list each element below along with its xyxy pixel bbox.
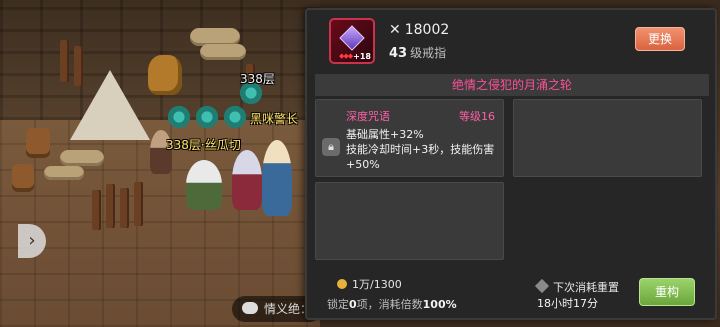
- player-name-tag: 338层: [240, 72, 275, 86]
- fence-post: [74, 46, 83, 86]
- gem-icon: [339, 25, 365, 51]
- affix-slot[interactable]: 深度咒语 等级16 🔒︎ 基础属性+32% 技能冷却时间+3秒，技能伤害+50%: [315, 99, 504, 177]
- affix-effects: 基础属性+32% 技能冷却时间+3秒，技能伤害+50%: [346, 127, 502, 172]
- rarity-dots-icon: ◆◆◆: [339, 52, 353, 60]
- item-power-value: 18002: [404, 22, 450, 38]
- reforge-cost-value: 1万/1300: [352, 278, 402, 291]
- affix-slot-empty[interactable]: [513, 99, 702, 177]
- teal-plant: [222, 104, 248, 130]
- clay-pot: [148, 55, 182, 95]
- item-title: 绝情之侵犯的月涌之轮: [315, 74, 709, 96]
- reset-countdown: 18小时17分: [537, 297, 598, 310]
- item-reforge-panel: ◆◆◆ +18 ✕ 18002 43 级戒指 更换 绝情之侵犯的月涌之轮 深度咒语 …: [305, 8, 717, 320]
- fence-post: [120, 188, 129, 228]
- chevron-right-icon: ›: [28, 230, 36, 251]
- enhance-level: +18: [353, 52, 371, 61]
- lock-text-mid: 项，消耗倍数: [356, 298, 423, 311]
- reset-label: 下次消耗重置: [534, 278, 619, 295]
- affix-slot-empty[interactable]: [315, 182, 504, 260]
- rebuild-button[interactable]: 重构: [639, 278, 695, 306]
- fence-post: [106, 184, 115, 228]
- lock-count: 0: [349, 298, 357, 311]
- affix-effect-line: 基础属性+32%: [346, 128, 424, 141]
- reforge-cost: 1万/1300: [337, 276, 402, 292]
- item-level: 43 级戒指: [389, 44, 446, 61]
- lock-summary: 锁定0项，消耗倍数100%: [327, 296, 457, 312]
- player-character[interactable]: [232, 150, 262, 210]
- player-name-tag: 黑咪警长: [250, 112, 299, 126]
- sandbag: [44, 166, 84, 180]
- player-name-tag: 338层·丝瓜切: [166, 138, 241, 152]
- sandbag: [200, 44, 246, 60]
- player-character[interactable]: [186, 160, 222, 210]
- fence-post: [134, 182, 143, 226]
- fence-post: [60, 40, 69, 82]
- barrel: [26, 128, 50, 158]
- fence-post: [92, 190, 101, 230]
- chat-bubble-icon: [242, 302, 258, 314]
- hourglass-icon: [534, 278, 550, 294]
- barrel: [12, 164, 34, 192]
- item-header: ◆◆◆ +18 ✕ 18002 43 级戒指 更换: [315, 14, 709, 72]
- teal-plant: [166, 104, 192, 130]
- coin-icon: [337, 279, 347, 289]
- affix-effect-line: 技能冷却时间+3秒，技能伤害+50%: [346, 143, 495, 171]
- lock-multiplier: 100%: [422, 298, 457, 311]
- ring-item-icon[interactable]: ◆◆◆ +18: [329, 18, 375, 64]
- lock-text-prefix: 锁定: [327, 298, 349, 311]
- player-character[interactable]: [262, 140, 292, 216]
- sandbag: [60, 150, 104, 166]
- teal-plant: [194, 104, 220, 130]
- affix-name: 深度咒语: [346, 110, 390, 123]
- item-level-number: 43: [389, 46, 408, 61]
- lock-icon[interactable]: 🔒︎: [322, 138, 340, 156]
- crossed-swords-icon: ✕: [389, 22, 401, 38]
- replace-button[interactable]: 更换: [635, 27, 685, 51]
- affix-level: 等级16: [459, 110, 495, 123]
- item-power: ✕ 18002: [389, 22, 449, 38]
- item-level-suffix: 级戒指: [410, 46, 447, 60]
- reset-label-text: 下次消耗重置: [553, 281, 619, 294]
